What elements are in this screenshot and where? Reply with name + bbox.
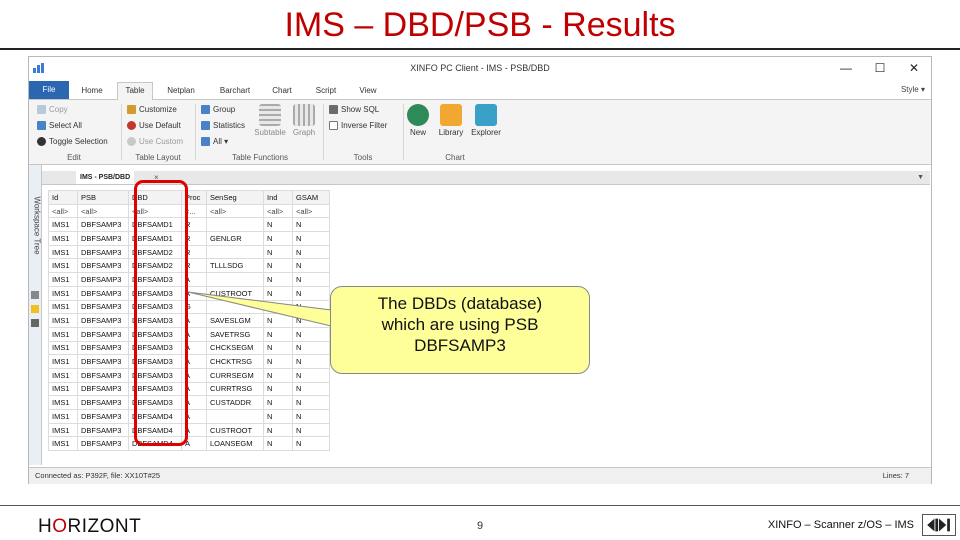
callout-line-3: DBFSAMP3 (414, 336, 506, 355)
footer-text: XINFO – Scanner z/OS – IMS (767, 519, 914, 531)
callout-line-2: which are using PSB (381, 315, 539, 334)
footer-divider (0, 505, 960, 506)
horizont-logo: HORIZONT (38, 516, 142, 537)
callout-line-1: The DBDs (database) (377, 294, 543, 313)
page-number: 9 (477, 520, 484, 532)
callout-pointer (187, 291, 332, 327)
next-slide-icon[interactable] (922, 514, 956, 536)
callout-box: The DBDs (database) which are using PSB … (330, 286, 590, 374)
